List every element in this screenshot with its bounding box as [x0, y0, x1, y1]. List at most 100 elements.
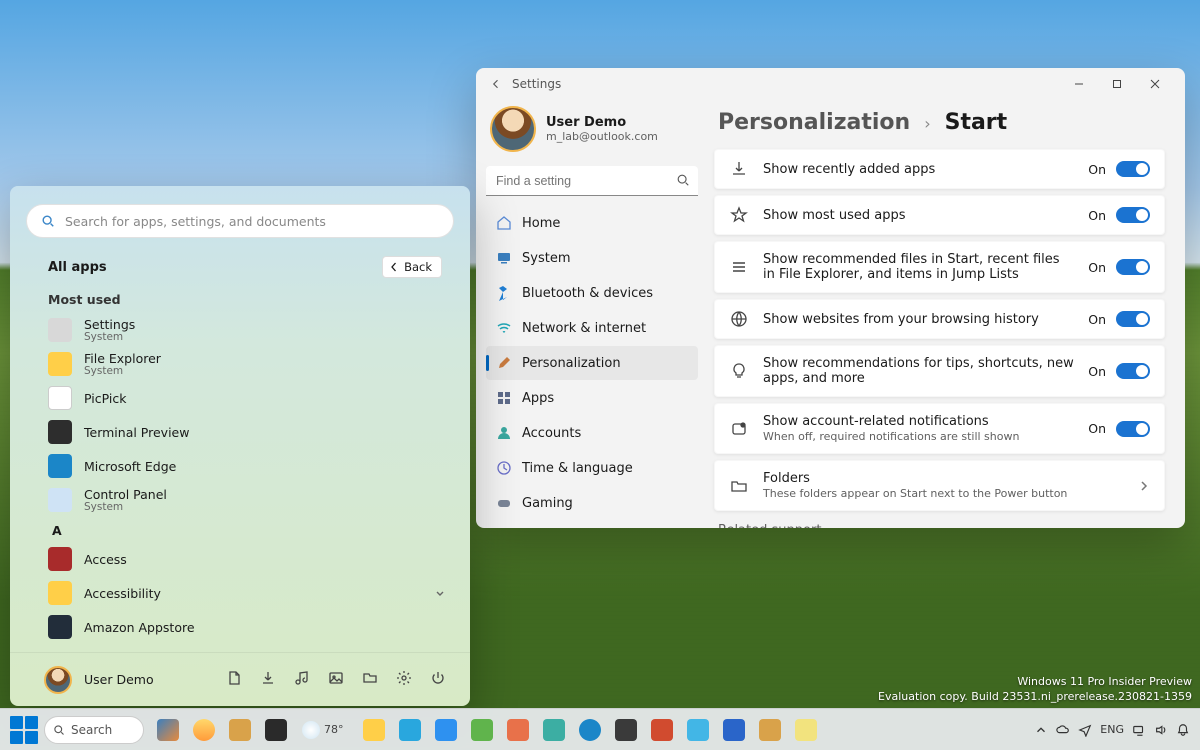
chat-button[interactable] [224, 714, 256, 746]
app-name: Microsoft Edge [84, 459, 176, 474]
nav-label: Apps [522, 391, 554, 406]
taskbar-app[interactable] [538, 714, 570, 746]
onedrive-icon[interactable] [1056, 723, 1070, 737]
breadcrumb-parent[interactable]: Personalization [718, 110, 910, 135]
taskbar-search[interactable]: Search [44, 716, 144, 744]
toggle-switch[interactable] [1116, 259, 1150, 275]
app-control-panel[interactable]: Control PanelSystem [40, 483, 454, 517]
user-block[interactable]: User Demo m_lab@outlook.com [486, 100, 698, 166]
nav-item-accounts[interactable]: Accounts [486, 416, 698, 450]
app-microsoft-edge[interactable]: Microsoft Edge [40, 449, 454, 483]
taskbar-app[interactable] [502, 714, 534, 746]
taskbar-app[interactable] [358, 714, 390, 746]
download-icon [729, 160, 749, 178]
network-icon[interactable] [1132, 723, 1146, 737]
picpick-icon [48, 386, 72, 410]
settings-search-input[interactable] [486, 166, 698, 196]
settings-search[interactable] [486, 166, 698, 196]
taskbar-app[interactable] [790, 714, 822, 746]
taskbar-app[interactable] [466, 714, 498, 746]
power-icon[interactable] [430, 670, 446, 690]
card-subtitle: These folders appear on Start next to th… [763, 487, 1124, 500]
nav-item-accessibility[interactable]: Accessibility [486, 521, 698, 528]
chevron-up-icon[interactable] [1034, 723, 1048, 737]
task-view-button[interactable] [152, 714, 184, 746]
app-picpick[interactable]: PicPick [40, 381, 454, 415]
image-icon[interactable] [328, 670, 344, 690]
chevron-left-icon [389, 262, 399, 272]
app-settings[interactable]: SettingsSystem [40, 313, 454, 347]
taskbar-app[interactable] [646, 714, 678, 746]
edge-icon [48, 454, 72, 478]
nav-item-system[interactable]: System [486, 241, 698, 275]
gear-icon [48, 318, 72, 342]
app-name: Control Panel [84, 487, 167, 502]
music-icon[interactable] [294, 670, 310, 690]
folder-icon[interactable] [362, 670, 378, 690]
nav-item-home[interactable]: Home [486, 206, 698, 240]
weather-widget[interactable]: 78° [302, 721, 344, 739]
taskbar-app[interactable] [718, 714, 750, 746]
nav-item-apps[interactable]: Apps [486, 381, 698, 415]
widgets-button[interactable] [188, 714, 220, 746]
taskbar-app[interactable] [430, 714, 462, 746]
maximize-button[interactable] [1103, 71, 1141, 97]
start-back-button[interactable]: Back [382, 256, 442, 278]
nav-label: Home [522, 216, 560, 231]
start-button[interactable] [10, 716, 38, 744]
setting-card[interactable]: FoldersThese folders appear on Start nex… [714, 460, 1165, 511]
start-user-avatar[interactable] [44, 666, 72, 694]
toggle-switch[interactable] [1116, 311, 1150, 327]
toggle-switch[interactable] [1116, 207, 1150, 223]
nav-item-personalization[interactable]: Personalization [486, 346, 698, 380]
letter-header[interactable]: A [40, 517, 454, 542]
settings-window: Settings User Demo m_lab@outlook.com Hom… [476, 68, 1185, 528]
app-terminal-preview[interactable]: Terminal Preview [40, 415, 454, 449]
start-user-name[interactable]: User Demo [84, 672, 154, 687]
letter-header[interactable]: C [40, 644, 454, 652]
star-icon [729, 206, 749, 224]
notification-icon[interactable] [1176, 723, 1190, 737]
minimize-button[interactable] [1065, 71, 1103, 97]
close-button[interactable] [1141, 71, 1179, 97]
list-icon [729, 258, 749, 276]
chevron-down-icon [434, 587, 446, 599]
document-icon[interactable] [226, 670, 242, 690]
taskbar-app[interactable] [394, 714, 426, 746]
taskbar-app[interactable] [574, 714, 606, 746]
tray-language[interactable]: ENG [1100, 723, 1124, 736]
taskbar-app[interactable] [754, 714, 786, 746]
nav-item-time-language[interactable]: Time & language [486, 451, 698, 485]
location-icon[interactable] [1078, 723, 1092, 737]
nav-label: System [522, 251, 570, 266]
toggle-state: On [1088, 260, 1106, 275]
start-search[interactable]: Search for apps, settings, and documents [26, 204, 454, 238]
settings-icon[interactable] [396, 670, 412, 690]
nav-item-bluetooth-devices[interactable]: Bluetooth & devices [486, 276, 698, 310]
badge-icon [729, 420, 749, 438]
taskbar-app[interactable] [610, 714, 642, 746]
bluetooth-icon [496, 285, 512, 301]
nav-item-gaming[interactable]: Gaming [486, 486, 698, 520]
app-sub: System [84, 331, 135, 343]
app-access[interactable]: Access [40, 542, 454, 576]
toggle-switch[interactable] [1116, 363, 1150, 379]
taskbar-app[interactable] [682, 714, 714, 746]
start-menu: Search for apps, settings, and documents… [10, 186, 470, 706]
nav-label: Gaming [522, 496, 573, 511]
amazon-icon [48, 615, 72, 639]
nav-item-network-internet[interactable]: Network & internet [486, 311, 698, 345]
toggle-switch[interactable] [1116, 161, 1150, 177]
back-icon[interactable] [490, 78, 502, 90]
toggle-switch[interactable] [1116, 421, 1150, 437]
app-amazon-appstore[interactable]: Amazon Appstore [40, 610, 454, 644]
download-icon[interactable] [260, 670, 276, 690]
volume-icon[interactable] [1154, 723, 1168, 737]
all-apps-label: All apps [48, 260, 107, 275]
copilot-button[interactable] [260, 714, 292, 746]
card-title: Show recommended files in Start, recent … [763, 252, 1074, 282]
card-title: Show recently added apps [763, 162, 1074, 177]
app-accessibility[interactable]: Accessibility [40, 576, 454, 610]
app-file-explorer[interactable]: File ExplorerSystem [40, 347, 454, 381]
app-name: File Explorer [84, 351, 161, 366]
